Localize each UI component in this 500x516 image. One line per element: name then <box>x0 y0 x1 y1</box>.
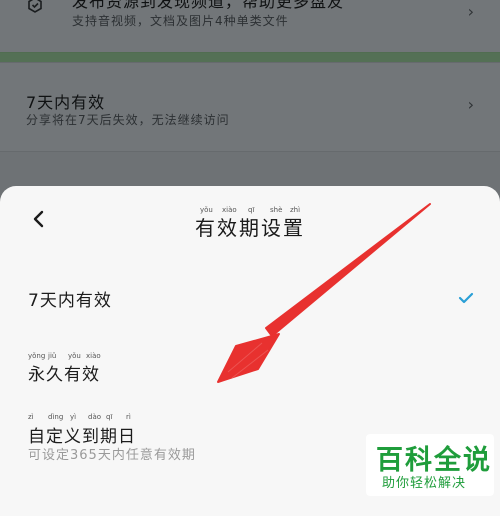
pinyin-label: yǒu <box>68 352 81 360</box>
pinyin-label: dào <box>88 413 102 421</box>
validity-item-title: 7天内有效 <box>26 93 106 112</box>
watermark-slogan: 助你轻松解决 <box>382 476 467 491</box>
pinyin-label: xiào <box>86 352 101 360</box>
pinyin-label: dìng <box>48 413 64 421</box>
option-subtitle: 可设定365天内任意有效期 <box>28 448 196 463</box>
checkmark-icon <box>458 292 474 304</box>
pinyin-label: zì <box>28 413 34 421</box>
pinyin-label: shè <box>270 206 283 214</box>
sheet-title: 有效期设置 <box>195 216 305 240</box>
chevron-right-icon: › <box>467 95 474 114</box>
sheet-header: 有效期设置 yǒu xiào qī shè zhì <box>0 186 500 262</box>
option-label: 7天内有效 <box>28 291 112 311</box>
validity-item-subtitle: 分享将在7天后失效，无法继续访问 <box>26 113 230 127</box>
option-permanent[interactable]: yǒng jiǔ yǒu xiào 永久有效 <box>0 346 500 390</box>
discover-item-title: 发布资源到发现频道，帮助更多盘友 <box>72 0 345 11</box>
pinyin-label: jiǔ <box>48 352 57 360</box>
validity-item: 7天内有效 分享将在7天后失效，无法继续访问 › <box>0 62 500 152</box>
pinyin-label: zhì <box>290 206 301 214</box>
pinyin-label: rì <box>126 413 131 421</box>
watermark-logo: 百科全说 助你轻松解决 <box>366 434 494 496</box>
discover-icon <box>28 0 42 13</box>
pinyin-label: qī <box>106 413 113 421</box>
option-7-days[interactable]: 7天内有效 <box>0 274 500 318</box>
divider <box>0 52 500 62</box>
pinyin-label: yǒng <box>28 352 46 360</box>
pinyin-label: yǒu <box>200 206 213 214</box>
discover-item-subtitle: 支持音视频，文档及图片4种单类文件 <box>72 14 289 28</box>
pinyin-label: qī <box>248 206 255 214</box>
chevron-right-icon: › <box>467 2 474 21</box>
pinyin-label: xiào <box>222 206 237 214</box>
pinyin-label: yì <box>70 413 77 421</box>
option-label: 永久有效 <box>28 365 100 385</box>
share-to-discover-item: 发布资源到发现频道，帮助更多盘友 支持音视频，文档及图片4种单类文件 › <box>0 0 500 53</box>
